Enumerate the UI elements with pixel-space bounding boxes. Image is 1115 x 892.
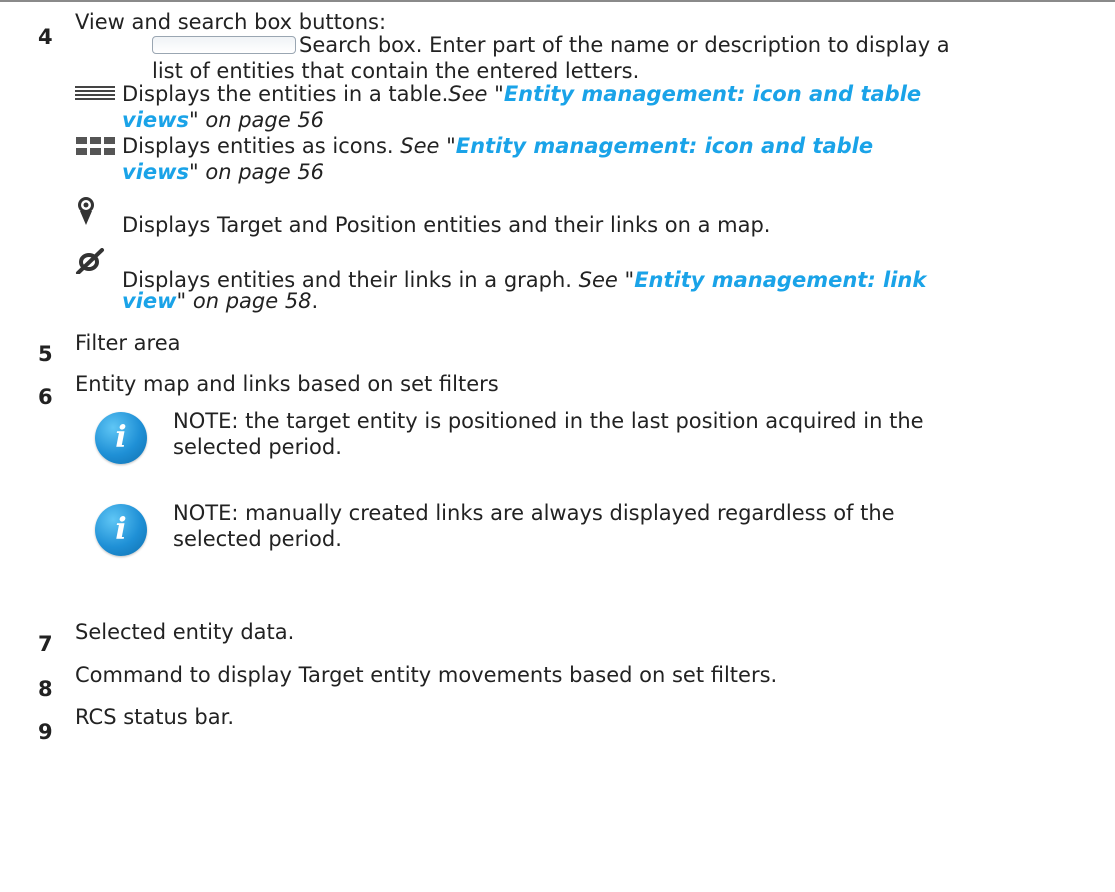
info-icon-glyph: i (115, 420, 127, 455)
note1-line2: selected period. (173, 435, 342, 459)
icon-view-suffix: " on page 56 (189, 160, 325, 184)
table-view-desc-line2: views" on page 56 (122, 108, 324, 133)
icon-view-desc: Displays entities as icons. See "Entity … (122, 134, 873, 159)
item-number-5: 5 (38, 342, 53, 366)
info-icon: i (95, 412, 147, 464)
info-icon: i (95, 504, 147, 556)
item-text-9: RCS status bar. (75, 705, 234, 729)
item-number-7: 7 (38, 632, 53, 656)
icon-view-desc-line2: views" on page 56 (122, 160, 324, 185)
note2-line2: selected period. (173, 527, 342, 551)
item-number-9: 9 (38, 720, 53, 744)
graph-view-link-line2[interactable]: view (122, 289, 177, 313)
graph-view-desc-line2: view" on page 58. (122, 289, 318, 314)
graph-view-link-line1[interactable]: Entity management: link (634, 268, 926, 292)
table-view-see: See " (448, 82, 504, 106)
item-number-8: 8 (38, 677, 53, 701)
info-icon-glyph: i (115, 512, 127, 547)
icon-view-see: See " (400, 134, 456, 158)
top-rule (0, 0, 1115, 2)
search-desc-line1: Search box. Enter part of the name or de… (299, 33, 950, 57)
note2-line1: NOTE: manually created links are always … (173, 501, 895, 525)
graph-link-icon (76, 248, 104, 274)
icon-view-text: Displays entities as icons. (122, 134, 401, 158)
table-view-desc: Displays the entities in a table.See "En… (122, 82, 921, 107)
item-number-6: 6 (38, 385, 53, 409)
item-text-5: Filter area (75, 331, 181, 355)
search-desc-line2: list of entities that contain the entere… (152, 59, 640, 83)
item-text-8: Command to display Target entity movemen… (75, 663, 778, 687)
table-view-link-line1[interactable]: Entity management: icon and table (504, 82, 921, 106)
table-view-icon (75, 86, 115, 100)
icon-view-link-line1[interactable]: Entity management: icon and table (456, 134, 873, 158)
table-view-text: Displays the entities in a table. (122, 82, 449, 106)
graph-view-see: See " (578, 268, 635, 292)
map-view-desc: Displays Target and Position entities an… (122, 213, 771, 237)
search-box-icon (152, 36, 296, 54)
note1-line1: NOTE: the target entity is positioned in… (173, 409, 924, 433)
item-text-7: Selected entity data. (75, 620, 295, 644)
graph-view-end: . (311, 289, 319, 313)
graph-view-suffix: " on page 58 (176, 289, 312, 313)
item-text-6: Entity map and links based on set filter… (75, 372, 499, 396)
icon-view-link-line2[interactable]: views (122, 160, 189, 184)
item-number-4: 4 (38, 25, 53, 49)
table-view-link-line2[interactable]: views (122, 108, 189, 132)
table-view-suffix: " on page 56 (189, 108, 325, 132)
icon-view-icon (76, 137, 115, 155)
item-text-4: View and search box buttons: (75, 10, 387, 34)
map-pin-icon (78, 197, 94, 225)
